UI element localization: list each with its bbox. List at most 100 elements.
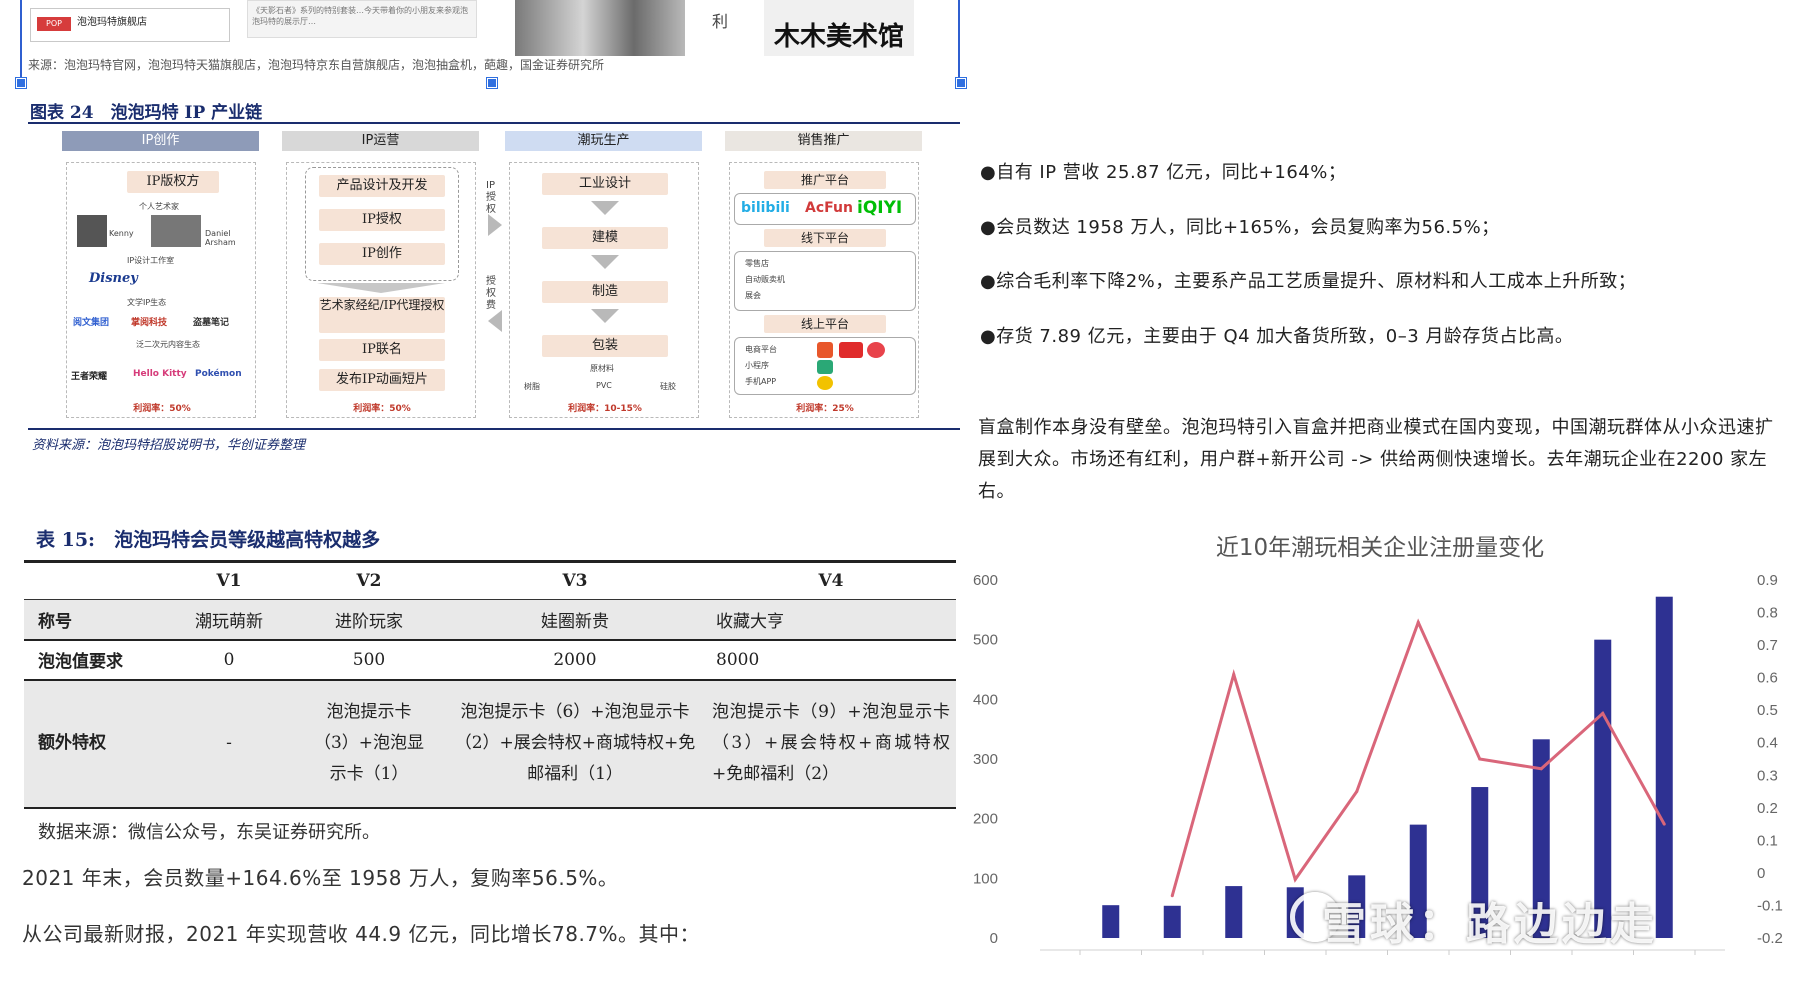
bar — [1655, 596, 1673, 938]
acg-logo-2: Hello Kitty — [133, 369, 187, 379]
bar — [1163, 905, 1181, 938]
table-cell: 8000 — [706, 639, 956, 681]
line-point — [1478, 757, 1482, 761]
publisher-logo-3: 盗墓笔记 — [193, 318, 230, 328]
store-card: POP MART 泡泡玛特旗舰店 — [30, 8, 230, 42]
figure24-source: 资料来源：泡泡玛特招股说明书，华创证券整理 — [32, 438, 306, 453]
stage-box-operation: 产品设计及开发 IP授权 IP创作 艺术家经纪/IP代理授权 IP联名 发布IP… — [286, 162, 476, 418]
stage-box-creation: IP版权方 个人艺术家 Kenny Daniel Arsham IP设计工作室 … — [66, 162, 256, 418]
acg-label: 泛二次元内容生态 — [136, 340, 200, 349]
arrow-down-icon — [591, 309, 619, 323]
operation-item-2: IP授权 — [319, 209, 445, 231]
watermark: 雪球：路边边走 — [1322, 899, 1658, 950]
y-left-tick-label: 100 — [973, 870, 998, 887]
stage-box-sales: 推广平台 bilibili AcFun iQIYI 线下平台 零售店 自动贩卖机… — [729, 162, 919, 418]
line-point — [1601, 711, 1605, 715]
table-cell: 500 — [294, 639, 444, 681]
operation-item-5: IP联名 — [319, 339, 445, 361]
bar — [1102, 905, 1120, 938]
artist-name-2: Daniel Arsham — [205, 229, 236, 247]
jd-app-icon — [839, 342, 863, 358]
iqiyi-logo: iQIYI — [857, 198, 903, 218]
table-cell: 2000 — [444, 639, 706, 681]
table-cell: 进阶玩家 — [294, 599, 444, 641]
resize-handle-middle[interactable] — [486, 77, 498, 89]
operation-item-6: 发布IP动画短片 — [319, 369, 445, 391]
creation-margin: 利润率：50% — [133, 404, 191, 414]
operation-item-1: 产品设计及开发 — [319, 175, 445, 197]
stage-header-sales: 销售推广 — [725, 131, 922, 151]
table-header-cell — [24, 562, 164, 600]
popmart-app-icon — [817, 376, 833, 390]
y-left-tick-label: 0 — [990, 930, 998, 947]
y-right-tick-label: 0.7 — [1757, 637, 1778, 654]
figure24-bottom-rule — [28, 428, 960, 430]
table-cell: 泡泡值要求 — [24, 639, 164, 681]
raw-material-label: 原材料 — [590, 364, 614, 373]
platform-box: bilibili AcFun iQIYI — [734, 193, 916, 225]
offline-item-1: 零售店 — [745, 259, 769, 268]
down-funnel-icon — [317, 283, 445, 293]
table-header-cell: V3 — [562, 571, 588, 591]
operation-margin: 利润率：50% — [353, 404, 411, 414]
y-right-tick-label: 0.2 — [1757, 800, 1778, 817]
sales-margin: 利润率：25% — [796, 404, 854, 414]
y-right-tick-label: -0.2 — [1757, 930, 1783, 947]
production-step-4: 包装 — [542, 335, 668, 357]
app-icon — [867, 342, 885, 358]
bar — [1225, 886, 1243, 938]
bilibili-logo: bilibili — [741, 200, 790, 216]
image-source-line: 来源：泡泡玛特官网，泡泡玛特天猫旗舰店，泡泡玛特京东自营旗舰店，泡泡抽盒机，葩趣… — [28, 58, 605, 72]
table-header-row: V1 V2 V3 V4 — [24, 561, 956, 600]
bullet-ip-revenue: ●自有 IP 营收 25.87 亿元，同比+164%； — [980, 162, 1347, 183]
y-left-tick-label: 200 — [973, 811, 998, 828]
financial-summary-paragraph: 从公司最新财报，2021 年实现营收 44.9 亿元，同比增长78.7%。其中： — [22, 922, 701, 946]
table-header-cell: V4 — [818, 571, 844, 591]
production-step-2: 建模 — [542, 227, 668, 249]
y-right-tick-label: -0.1 — [1757, 897, 1783, 914]
y-right-tick-label: 0.9 — [1757, 572, 1778, 589]
bullet-members: ●会员数达 1958 万人，同比+165%，会员复购率为56.5%； — [980, 217, 1500, 238]
literature-label: 文学IP生态 — [127, 298, 167, 307]
y-left-tick-label: 600 — [973, 572, 998, 589]
y-left-tick-label: 300 — [973, 751, 998, 768]
line-point — [1232, 672, 1236, 676]
offline-item-2: 自动贩卖机 — [745, 275, 785, 284]
promo-pill: 推广平台 — [764, 171, 886, 189]
review-snippet: 《天影石者》系列的特别套装…今天带着你的小朋友来参观泡泡玛特的展示厅… — [247, 0, 477, 38]
store-name: 泡泡玛特旗舰店 — [77, 17, 147, 28]
online-item-2: 小程序 — [745, 361, 769, 370]
table-cell: 娃圈新贵 — [444, 599, 706, 641]
line-point — [1662, 822, 1666, 826]
resize-handle-left[interactable] — [15, 77, 27, 89]
tmall-app-icon — [817, 342, 833, 358]
resize-handle-right[interactable] — [955, 77, 967, 89]
y-right-tick-label: 0.6 — [1757, 670, 1778, 687]
line-point — [1539, 767, 1543, 771]
y-left-tick-label: 500 — [973, 632, 998, 649]
side-char: 利 — [712, 12, 729, 31]
miniprogram-icon — [817, 360, 833, 374]
table-cell: 泡泡提示卡（3）+泡泡显示卡（1） — [294, 679, 444, 809]
line-point — [1416, 620, 1420, 624]
material-2: PVC — [596, 381, 612, 390]
artist-name-1: Kenny — [109, 229, 134, 238]
acg-logo-1: 王者荣耀 — [71, 372, 108, 382]
studio-label: IP设计工作室 — [127, 256, 175, 265]
bullet-inventory: ●存货 7.89 亿元，主要由于 Q4 加大备货所致，0–3 月龄存货占比高。 — [980, 326, 1574, 347]
line-point — [1355, 790, 1359, 794]
member-summary-paragraph: 2021 年末，会员数量+164.6%至 1958 万人，复购率56.5%。 — [22, 866, 619, 890]
bullet-gross-margin: ●综合毛利率下降2%，主要系产品工艺质量提升、原材料和人工成本上升所致； — [980, 271, 1637, 292]
acg-logo-3: Pokémon — [195, 369, 242, 379]
online-pill: 线上平台 — [764, 315, 886, 333]
publisher-logo-2: 掌阅科技 — [131, 318, 168, 328]
stage-box-production: 工业设计 建模 制造 包装 原材料 树脂 PVC 硅胶 利润率：10-15% — [509, 162, 699, 418]
online-item-3: 手机APP — [745, 377, 777, 386]
stage-header-production: 潮玩生产 — [505, 131, 702, 151]
table-row: 泡泡值要求 0 500 2000 8000 — [24, 639, 956, 681]
table-cell: 0 — [164, 639, 294, 681]
y-left-tick-label: 400 — [973, 691, 998, 708]
membership-table: V1 V2 V3 V4 称号 潮玩萌新 进阶玩家 娃圈新贵 收藏大亨 泡泡值要求… — [24, 560, 956, 809]
offline-box: 零售店 自动贩卖机 展会 — [734, 251, 916, 311]
museum-logo: 木木美术馆 — [764, 0, 914, 56]
